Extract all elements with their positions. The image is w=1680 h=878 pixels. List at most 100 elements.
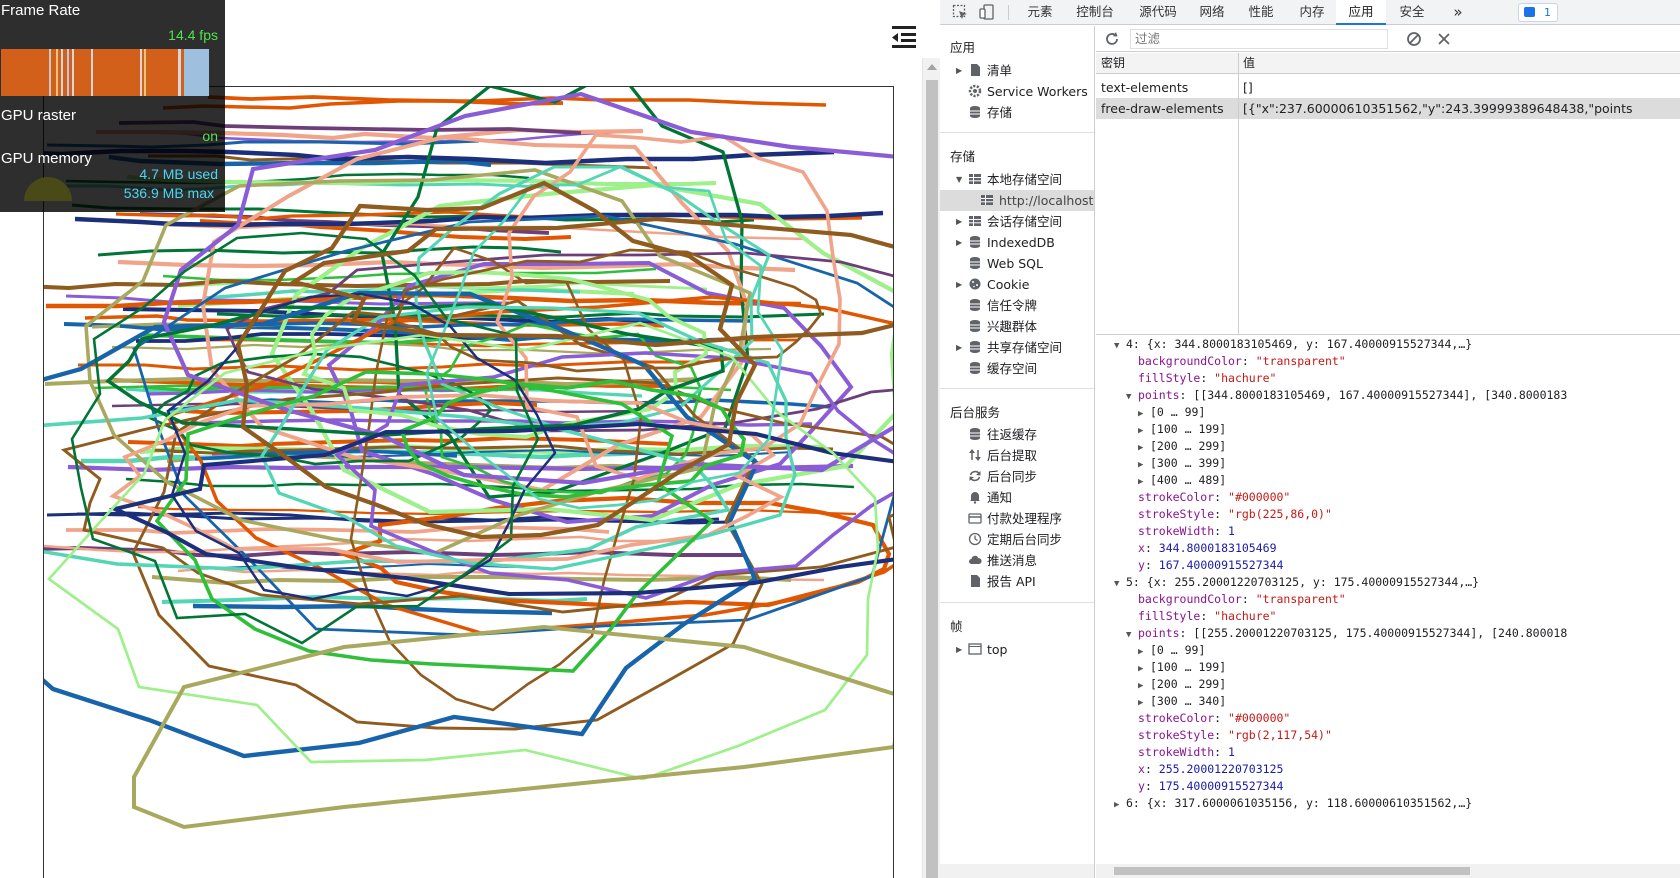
table-row-selected[interactable]: free-draw-elements [{"x":237.60000610351… <box>1096 98 1680 119</box>
array-range[interactable]: ▶ [300 … 399] <box>1138 455 1226 472</box>
array-range[interactable]: ▶ [400 … 489] <box>1138 472 1226 489</box>
sidebar-item-cookies[interactable]: ▶ Cookie <box>940 274 1094 295</box>
tab-elements[interactable]: 元素 <box>1020 0 1060 25</box>
sidebar-item-periodic-sync[interactable]: 定期后台同步 <box>940 529 1094 550</box>
expand-right-icon[interactable]: ▶ <box>956 232 962 253</box>
sidebar-item-notifications[interactable]: 通知 <box>940 487 1094 508</box>
database-icon <box>970 362 980 374</box>
frame-rate-graph <box>1 49 209 96</box>
expand-right-icon[interactable]: ▶ <box>956 274 962 295</box>
sidebar-item-storage[interactable]: 存储 <box>940 102 1094 123</box>
sidebar-item-label: top <box>987 642 1008 657</box>
sidebar-item-interest-groups[interactable]: 兴趣群体 <box>940 316 1094 337</box>
delete-selected-icon[interactable] <box>1436 31 1452 47</box>
refresh-icon[interactable] <box>1104 31 1120 47</box>
sidebar-item-payment-handler[interactable]: 付款处理程序 <box>940 508 1094 529</box>
sidebar-item-indexeddb[interactable]: ▶ IndexedDB <box>940 232 1094 253</box>
database-icon <box>970 428 980 440</box>
sidebar-item-manifest[interactable]: ▶ 清单 <box>940 60 1094 81</box>
tab-application[interactable]: 应用 <box>1336 0 1386 25</box>
property-value: "#000000" <box>1228 711 1291 725</box>
more-tabs-icon[interactable]: » <box>1448 0 1468 25</box>
array-range[interactable]: ▶ [0 … 99] <box>1138 642 1205 659</box>
sidebar-item-websql[interactable]: Web SQL <box>940 253 1094 274</box>
sidebar-item-localhost-origin[interactable]: http://localhost:3 <box>940 190 1094 211</box>
array-range[interactable]: ▶ [100 … 199] <box>1138 421 1226 438</box>
sidebar-item-label: 付款处理程序 <box>987 511 1063 526</box>
tab-sources[interactable]: 源代码 <box>1133 0 1183 25</box>
sidebar-item-bfcache[interactable]: 往返缓存 <box>940 424 1094 445</box>
tab-console[interactable]: 控制台 <box>1070 0 1120 25</box>
property-x: x: 344.8000183105469 <box>1138 541 1277 555</box>
sidebar-item-label: 会话存储空间 <box>987 214 1063 229</box>
section-title-application: 应用 <box>950 40 976 55</box>
property-name: strokeColor <box>1138 490 1215 504</box>
object-entry[interactable]: ▶ 6: {x: 317.6000061035156, y: 118.600006… <box>1114 795 1472 812</box>
sidebar-item-background-sync[interactable]: 后台同步 <box>940 466 1094 487</box>
sidebar-horizontal-scrollbar[interactable] <box>940 864 1094 878</box>
property-strokeStyle: strokeStyle: "rgb(225,86,0)" <box>1138 507 1332 521</box>
inspect-element-icon[interactable] <box>952 4 968 20</box>
array-range[interactable]: ▶ [200 … 299] <box>1138 438 1226 455</box>
sidebar-item-frame-top[interactable]: ▶ top <box>940 639 1094 660</box>
sidebar-item-reporting-api[interactable]: 报告 API <box>940 571 1094 592</box>
property-value: 167.40000915527344 <box>1158 558 1284 572</box>
expand-down-icon[interactable]: ▼ <box>1114 576 1126 593</box>
expand-down-icon[interactable]: ▼ <box>1126 627 1138 644</box>
device-toolbar-icon[interactable] <box>979 4 995 20</box>
property-value: [300 … 399] <box>1150 456 1227 470</box>
column-header-key[interactable]: 密钥 <box>1101 53 1125 74</box>
object-entry[interactable]: ▼ 4: {x: 344.8000183105469, y: 167.400009… <box>1114 336 1472 353</box>
sidebar-item-shared-storage[interactable]: ▶ 共享存储空间 <box>940 337 1094 358</box>
property-name: strokeColor <box>1138 711 1215 725</box>
property-name: x <box>1138 762 1145 776</box>
sidebar-item-trust-tokens[interactable]: 信任令牌 <box>940 295 1094 316</box>
array-range[interactable]: ▶ [0 … 99] <box>1138 404 1205 421</box>
expand-right-icon[interactable]: ▶ <box>1114 797 1126 814</box>
sidebar-item-background-fetch[interactable]: 后台提取 <box>940 445 1094 466</box>
property-name: x <box>1138 541 1145 555</box>
property-fillStyle: fillStyle: "hachure" <box>1138 371 1277 385</box>
property-value: 255.20001220703125 <box>1158 762 1284 776</box>
expand-down-icon[interactable]: ▼ <box>956 169 962 190</box>
tab-performance[interactable]: 性能 <box>1241 0 1281 25</box>
property-value: [[255.20001220703125, 175.40000915527344… <box>1193 626 1568 640</box>
column-header-value[interactable]: 值 <box>1243 53 1255 74</box>
storage-toolbar <box>1096 26 1680 52</box>
sidebar-item-session-storage[interactable]: ▶ 会话存储空间 <box>940 211 1094 232</box>
devtools-panel: 元素 控制台 源代码 网络 性能 内存 应用 安全 » 1 应用 ▶ 清单 Se… <box>940 0 1680 878</box>
sidebar-item-local-storage[interactable]: ▼ 本地存储空间 <box>940 169 1094 190</box>
expand-down-icon[interactable]: ▼ <box>1126 389 1138 406</box>
filter-input[interactable] <box>1130 29 1388 49</box>
expand-right-icon[interactable]: ▶ <box>956 211 962 232</box>
sidebar-item-push-messaging[interactable]: 推送消息 <box>940 550 1094 571</box>
sidebar-item-cache-storage[interactable]: 缓存空间 <box>940 358 1094 379</box>
tab-security[interactable]: 安全 <box>1392 0 1432 25</box>
property-value: [300 … 340] <box>1150 694 1227 708</box>
issues-count: 1 <box>1544 6 1551 19</box>
expand-down-icon[interactable]: ▼ <box>1114 338 1126 355</box>
object-entry[interactable]: ▼ 5: {x: 255.20001220703125, y: 175.40000… <box>1114 574 1479 591</box>
section-title-storage: 存储 <box>950 149 976 164</box>
scrollbar-thumb[interactable] <box>1114 867 1470 875</box>
scroll-up-arrow-icon[interactable] <box>927 64 937 70</box>
preview-horizontal-scrollbar[interactable] <box>1096 864 1680 878</box>
property-points[interactable]: ▼ points: [[255.20001220703125, 175.40000… <box>1126 625 1567 642</box>
sidebar-item-service-workers[interactable]: Service Workers <box>940 81 1094 102</box>
issues-badge[interactable]: 1 <box>1518 3 1558 22</box>
table-row[interactable]: text-elements [] <box>1096 77 1680 98</box>
tab-network[interactable]: 网络 <box>1194 0 1230 25</box>
tab-memory[interactable]: 内存 <box>1292 0 1332 25</box>
property-name: backgroundColor <box>1138 354 1242 368</box>
property-points[interactable]: ▼ points: [[344.8000183105469, 167.400009… <box>1126 387 1567 404</box>
array-range[interactable]: ▶ [300 … 340] <box>1138 693 1226 710</box>
scrollbar-thumb[interactable] <box>926 80 938 878</box>
cookie-icon <box>969 278 981 290</box>
menu-collapse-icon[interactable] <box>890 24 918 50</box>
expand-right-icon[interactable]: ▶ <box>956 337 962 358</box>
clear-all-icon[interactable] <box>1406 31 1422 47</box>
array-range[interactable]: ▶ [100 … 199] <box>1138 659 1226 676</box>
page-scrollbar[interactable] <box>922 58 940 878</box>
sidebar-item-label: IndexedDB <box>987 235 1055 250</box>
array-range[interactable]: ▶ [200 … 299] <box>1138 676 1226 693</box>
